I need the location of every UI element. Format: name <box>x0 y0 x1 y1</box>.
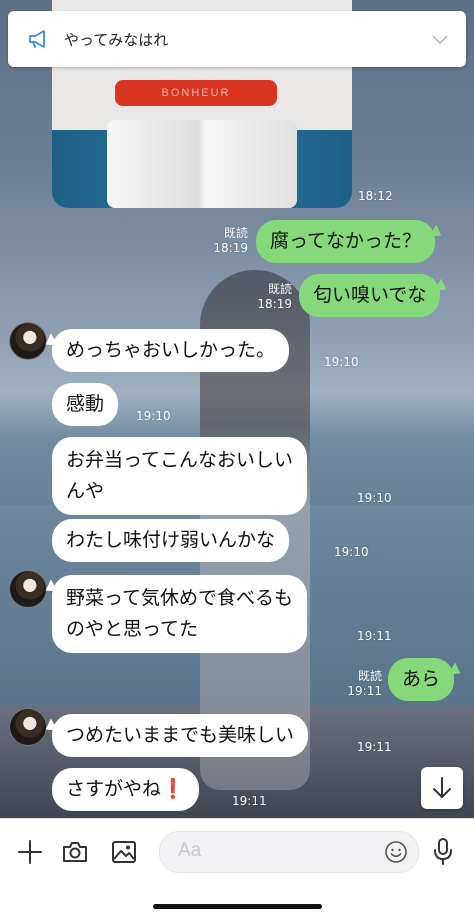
message-text: めっちゃおいしかった。 <box>66 339 276 361</box>
message-input[interactable]: Aa <box>159 831 419 873</box>
message-time: 19:10 <box>136 409 171 423</box>
camera-button[interactable] <box>60 837 90 867</box>
message-time: 19:10 <box>324 355 359 369</box>
photo-legs <box>107 120 297 208</box>
incoming-message-bubble[interactable]: わたし味付け弱いんかな <box>52 519 290 562</box>
announcement-bar[interactable]: やってみなはれ <box>8 11 466 67</box>
exclamation-emoji: ❗ <box>161 778 185 800</box>
image-icon <box>112 841 136 863</box>
incoming-message-bubble[interactable]: 感動 <box>52 383 119 426</box>
avatar[interactable] <box>9 708 47 746</box>
message-time: 19:11 <box>357 629 392 643</box>
message-time: 18:19 <box>213 241 248 255</box>
photo-red-tag: BONHEUR <box>115 80 277 106</box>
chevron-down-icon[interactable] <box>432 31 448 47</box>
message-time: 19:11 <box>232 794 267 808</box>
read-receipt: 既読 <box>223 226 248 240</box>
message-input-placeholder: Aa <box>178 840 202 861</box>
photo-time: 18:12 <box>358 189 393 203</box>
home-indicator <box>153 904 322 909</box>
outgoing-message-bubble[interactable]: あら <box>388 658 455 701</box>
smile-icon[interactable] <box>384 840 408 864</box>
incoming-message-bubble[interactable]: さすがやね❗ <box>52 768 199 811</box>
read-receipt: 既読 <box>267 282 292 296</box>
avatar[interactable] <box>9 570 47 608</box>
message-time: 19:10 <box>334 545 369 559</box>
scroll-to-bottom-button[interactable] <box>421 767 463 809</box>
message-time: 19:10 <box>357 491 392 505</box>
message-text: わたし味付け弱いんかな <box>66 529 276 551</box>
message-text: つめたいままでも美味しい <box>66 724 295 746</box>
message-text-line: お弁当ってこんなおいしい <box>66 449 294 471</box>
add-button[interactable] <box>15 837 45 867</box>
avatar[interactable] <box>9 322 47 360</box>
incoming-message-bubble[interactable]: お弁当ってこんなおいしい んや <box>52 437 308 515</box>
voice-button[interactable] <box>428 837 458 867</box>
gallery-button[interactable] <box>109 837 139 867</box>
megaphone-icon <box>29 30 45 48</box>
message-text: 匂い嗅いでな <box>313 284 427 306</box>
message-text: 感動 <box>66 393 105 415</box>
message-meta: 既読 18:19 <box>208 226 248 256</box>
incoming-message-bubble[interactable]: つめたいままでも美味しい <box>52 714 309 757</box>
microphone-icon <box>434 838 452 865</box>
message-text: さすがやね <box>66 778 162 800</box>
chat-background: BONHEUR 18:12 やってみなはれ 既読 18:19 腐ってなかった？ … <box>0 0 474 818</box>
message-time: 19:11 <box>347 684 382 698</box>
message-text: 腐ってなかった？ <box>270 230 422 252</box>
announcement-text: やってみなはれ <box>64 31 169 49</box>
outgoing-message-bubble[interactable]: 腐ってなかった？ <box>256 220 436 263</box>
plus-icon <box>18 840 42 864</box>
arrow-down-icon <box>433 777 451 798</box>
message-text-line: のやと思ってた <box>66 618 199 640</box>
outgoing-message-bubble[interactable]: 匂い嗅いでな <box>299 274 441 317</box>
read-receipt: 既読 <box>357 669 382 683</box>
camera-icon <box>63 842 87 862</box>
message-meta: 既読 18:19 <box>252 282 292 312</box>
incoming-message-bubble[interactable]: めっちゃおいしかった。 <box>52 329 290 372</box>
message-text: あら <box>402 668 441 690</box>
message-text-line: んや <box>66 480 105 502</box>
incoming-message-bubble[interactable]: 野菜って気休めで食べるも のやと思ってた <box>52 575 308 653</box>
message-time: 18:19 <box>257 297 292 311</box>
message-time: 19:11 <box>357 740 392 754</box>
message-text-line: 野菜って気休めで食べるも <box>66 587 294 609</box>
message-meta: 既読 19:11 <box>342 669 382 699</box>
